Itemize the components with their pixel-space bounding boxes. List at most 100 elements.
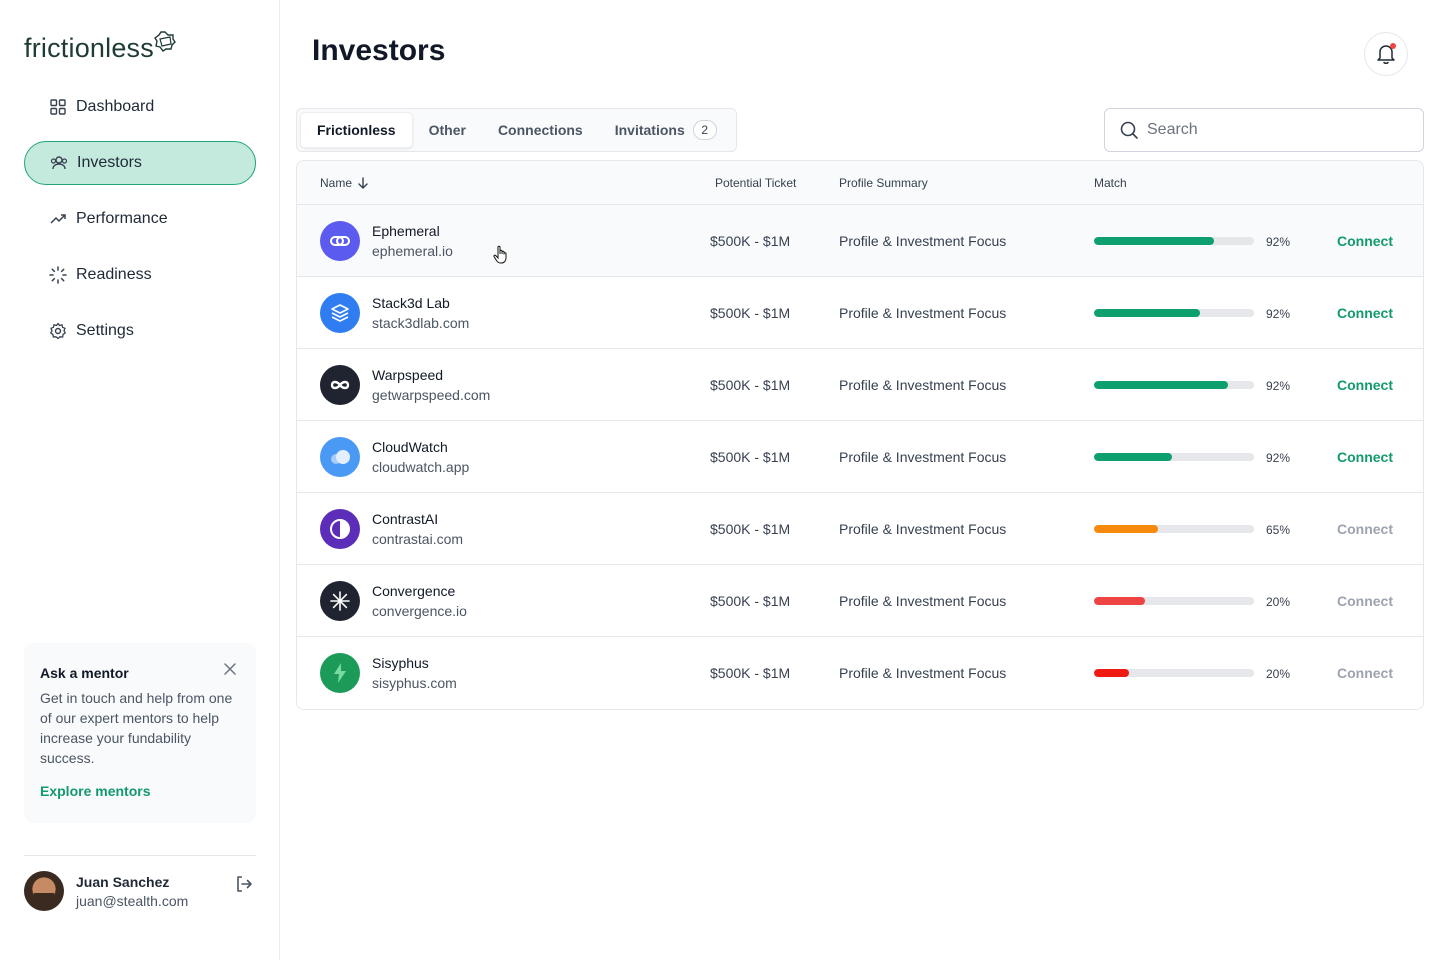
notifications-button[interactable] [1364,32,1408,76]
logout-icon[interactable] [234,874,254,894]
investor-domain: stack3dlab.com [372,315,470,331]
sidebar-item-settings[interactable]: Settings [24,309,256,353]
sidebar: frictionless Dashboard Investors Perform… [0,0,280,960]
potential-ticket: $500K - $1M [710,377,791,393]
table-row[interactable]: Stack3d Lab stack3dlab.com $500K - $1M P… [297,277,1423,349]
connect-button[interactable]: Connect [1337,377,1393,393]
sidebar-item-readiness[interactable]: Readiness [24,253,256,297]
match-progress-bar [1094,525,1254,533]
investor-logo [320,581,360,621]
profile-summary: Profile & Investment Focus [839,377,1007,393]
mentor-description: Get in touch and help from one of our ex… [40,690,233,766]
arrow-down-icon [358,177,368,189]
user-info: Juan Sanchez juan@stealth.com [76,874,188,909]
connect-button[interactable]: Connect [1337,305,1393,321]
table-row[interactable]: Warpspeed getwarpspeed.com $500K - $1M P… [297,349,1423,421]
search-icon [1120,121,1138,139]
table-body: Ephemeral ephemeral.io $500K - $1M Profi… [297,205,1423,709]
potential-ticket: $500K - $1M [710,665,791,681]
connect-button[interactable]: Connect [1337,665,1393,681]
table-row[interactable]: Convergence convergence.io $500K - $1M P… [297,565,1423,637]
profile-summary: Profile & Investment Focus [839,593,1007,609]
avatar[interactable] [24,871,64,911]
tab-bar: Frictionless Other Connections Invitatio… [296,108,737,152]
column-header-match: Match [1094,176,1127,190]
table-row[interactable]: Ephemeral ephemeral.io $500K - $1M Profi… [297,205,1423,277]
investor-domain: convergence.io [372,603,467,619]
mentor-title: Ask a mentor [40,665,129,681]
match-percent: 20% [1266,667,1291,681]
connect-button[interactable]: Connect [1337,521,1393,537]
match-progress-fill [1094,597,1146,605]
match-percent: 92% [1266,307,1291,321]
sidebar-item-dashboard[interactable]: Dashboard [24,85,256,129]
column-header-ticket: Potential Ticket [715,176,797,190]
match-progress-bar [1094,381,1254,389]
infinity-icon [327,375,353,395]
match-progress-bar [1094,597,1254,605]
sidebar-item-label: Dashboard [76,98,155,115]
brand-logo[interactable]: frictionless [24,30,176,66]
table-row[interactable]: CloudWatch cloudwatch.app $500K - $1M Pr… [297,421,1423,493]
profile-summary: Profile & Investment Focus [839,233,1007,249]
loader-icon [48,265,68,285]
column-name-sort[interactable]: Name [320,176,368,190]
investor-name: Ephemeral [372,223,440,239]
tab-frictionless[interactable]: Frictionless [300,112,413,148]
match-progress-bar [1094,669,1254,677]
connect-button[interactable]: Connect [1337,233,1393,249]
trend-up-icon [48,209,68,229]
table-row[interactable]: ContrastAI contrastai.com $500K - $1M Pr… [297,493,1423,565]
potential-ticket: $500K - $1M [710,449,791,465]
search-input[interactable] [1147,121,1407,139]
user-email: juan@stealth.com [76,892,189,909]
sidebar-item-label: Readiness [76,266,152,283]
match-progress-fill [1094,309,1200,317]
hand-cursor-icon [493,245,507,264]
investor-logo [320,365,360,405]
tab-invitations[interactable]: Invitations 2 [599,112,733,148]
match-progress-fill [1094,237,1214,245]
brand-mark-icon [154,31,176,52]
brand-name: frictionless [24,33,154,63]
sidebar-item-label: Performance [76,210,168,227]
match-percent: 92% [1266,235,1291,249]
match-percent: 65% [1266,523,1291,537]
match-percent: 92% [1266,451,1291,465]
potential-ticket: $500K - $1M [710,521,791,537]
potential-ticket: $500K - $1M [710,233,791,249]
search-box[interactable] [1104,108,1424,152]
match-progress-fill [1094,453,1173,461]
table-row[interactable]: Sisyphus sisyphus.com $500K - $1M Profil… [297,637,1423,709]
sidebar-nav: Dashboard Investors Performance Readines… [24,85,256,365]
investor-domain: ephemeral.io [372,243,453,259]
connect-button[interactable]: Connect [1337,449,1393,465]
close-icon[interactable] [222,661,238,677]
invitations-count-badge: 2 [692,120,717,140]
chain-link-icon [328,229,352,253]
investor-name: Warpspeed [372,367,444,383]
cloud-icon [327,447,353,467]
explore-mentors-link[interactable]: Explore mentors [40,783,240,799]
investor-logo [320,509,360,549]
investor-domain: contrastai.com [372,531,464,547]
page-title: Investors [312,34,446,67]
sidebar-item-label: Investors [77,154,142,171]
investor-name: Stack3d Lab [372,295,450,311]
sidebar-item-investors[interactable]: Investors [24,141,256,185]
tab-connections[interactable]: Connections [482,112,599,148]
connect-button[interactable]: Connect [1337,593,1393,609]
tab-label: Invitations [614,122,685,138]
match-progress-bar [1094,453,1254,461]
column-header-name: Name [320,176,353,190]
match-percent: 92% [1266,379,1291,393]
match-progress-fill [1094,669,1130,677]
sidebar-item-performance[interactable]: Performance [24,197,256,241]
gear-icon [48,321,68,341]
investor-logo [320,221,360,261]
investor-name: ContrastAI [372,511,439,527]
bolt-icon [329,661,351,685]
investor-name: Convergence [372,583,456,599]
investor-logo [320,293,360,333]
tab-other[interactable]: Other [413,112,482,148]
